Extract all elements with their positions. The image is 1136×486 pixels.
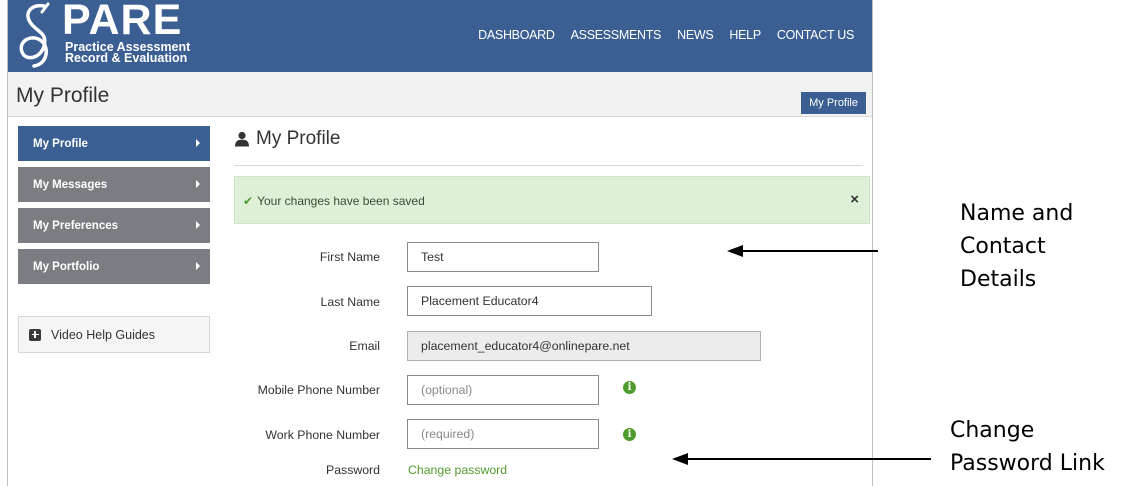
video-help-guides-button[interactable]: Video Help Guides [18,316,210,353]
top-navbar: PARE Practice Assessment Record & Evalua… [8,0,872,72]
change-password-link[interactable]: Change password [408,463,507,477]
caret-right-icon [196,262,200,270]
sidebar-item-my-profile[interactable]: My Profile [18,126,210,161]
nav-contact-us[interactable]: CONTACT US [769,28,862,42]
nav-help[interactable]: HELP [721,28,768,42]
password-label: Password [326,463,380,477]
last-name-label: Last Name [320,295,380,309]
close-alert-button[interactable]: × [850,191,859,208]
alert-message: Your changes have been saved [257,194,425,208]
success-alert: ✔ Your changes have been saved × [234,176,870,224]
sidebar-item-label: My Profile [33,137,88,150]
email-label: Email [349,339,380,353]
brand-name: PARE [62,0,183,44]
check-icon: ✔ [243,194,254,208]
sidebar: My Profile My Messages My Preferences My… [18,126,210,290]
page-title: My Profile [16,84,110,107]
page-titlebar: My Profile My Profile [8,72,872,117]
sidebar-item-my-preferences[interactable]: My Preferences [18,208,210,243]
nav-news[interactable]: NEWS [669,28,721,42]
plus-square-icon [29,328,41,341]
annotation-arrow [740,250,878,252]
caret-right-icon [196,180,200,188]
work-phone-label: Work Phone Number [265,428,380,442]
info-icon[interactable]: i [623,381,636,394]
email-field: placement_educator4@onlinepare.net [407,331,761,361]
mobile-phone-label: Mobile Phone Number [257,383,380,397]
sidebar-item-label: My Messages [33,178,108,191]
main-nav: DASHBOARD ASSESSMENTS NEWS HELP CONTACT … [470,28,862,42]
annotation-name-contact: Name and Contact Details [960,201,1074,292]
first-name-input[interactable]: Test [407,242,599,272]
user-icon [235,131,249,147]
sidebar-item-label: My Portfolio [33,260,100,273]
last-name-input[interactable]: Placement Educator4 [407,286,652,316]
work-phone-input[interactable]: (required) [407,419,599,449]
annotation-arrow [685,458,931,460]
divider [234,165,863,166]
annotation-change-password: Change Password Link [950,418,1105,476]
sidebar-item-my-portfolio[interactable]: My Portfolio [18,249,210,284]
app-window: PARE Practice Assessment Record & Evalua… [7,0,873,486]
info-icon[interactable]: i [623,428,636,441]
nav-assessments[interactable]: ASSESSMENTS [563,28,669,42]
first-name-label: First Name [319,250,380,264]
nav-dashboard[interactable]: DASHBOARD [470,28,562,42]
caret-right-icon [196,221,200,229]
sidebar-item-label: My Preferences [33,219,119,232]
my-profile-button[interactable]: My Profile [801,92,866,114]
pare-logo-icon [19,2,50,68]
caret-right-icon [196,139,200,147]
sidebar-item-my-messages[interactable]: My Messages [18,167,210,202]
mobile-phone-input[interactable]: (optional) [407,375,599,405]
brand-subtitle-line2: Record & Evaluation [65,51,188,65]
section-heading: My Profile [234,128,340,150]
video-help-label: Video Help Guides [51,327,156,342]
section-heading-text: My Profile [256,128,341,149]
